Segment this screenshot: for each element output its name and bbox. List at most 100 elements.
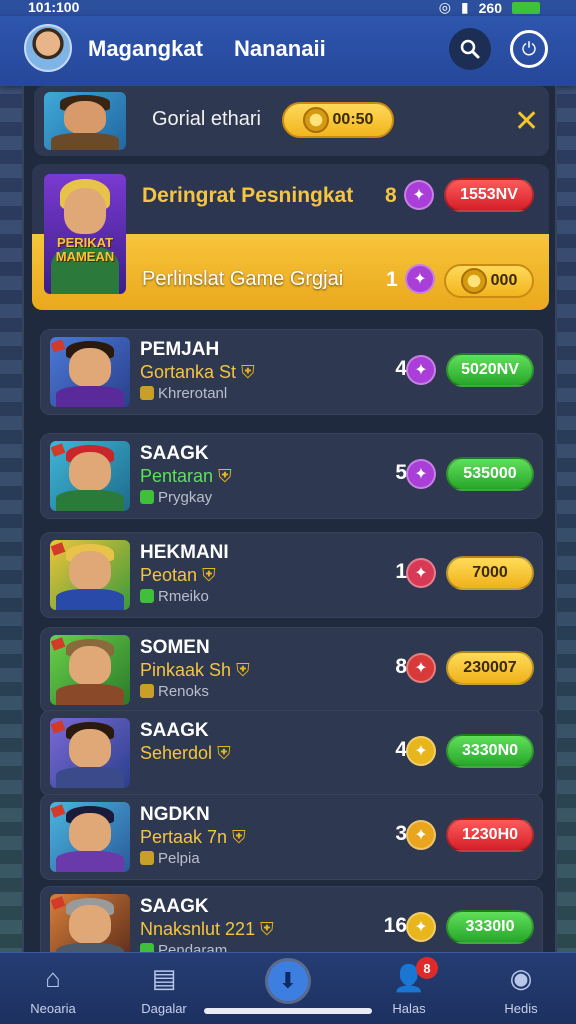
- player-rank: 16: [383, 914, 407, 937]
- player-team-text: Nnaksnlut 221: [140, 919, 256, 939]
- player-detail: Khrerotanl: [140, 385, 227, 402]
- avatar[interactable]: [24, 24, 72, 72]
- player-team-text: Gortanka St: [140, 362, 237, 382]
- featured-title-badge[interactable]: 1553NV: [444, 178, 534, 212]
- player-thumbnail: [50, 894, 130, 952]
- check-icon: [140, 684, 154, 698]
- featured-sub-pill[interactable]: 000: [444, 264, 534, 298]
- list-item[interactable]: SAAGK Pentaran ⛨ Prygkay 5 ✦ 535000: [40, 433, 543, 519]
- value-button[interactable]: 3330N0: [446, 734, 534, 768]
- header-title-primary[interactable]: Magangkat: [88, 36, 203, 62]
- gem-icon: ✦: [405, 264, 435, 294]
- battery-icon: [512, 1, 540, 14]
- featured-thumbnail: PERIKAT MAMEAN: [44, 174, 126, 294]
- nav-label-home: Neoaria: [30, 1001, 76, 1016]
- nav-item-hedis[interactable]: ◉ Hedis: [476, 961, 566, 1017]
- player-team: Peotan ⛨: [140, 565, 216, 586]
- player-detail-text: Pelpia: [158, 850, 200, 867]
- featured-title-rank: 8: [385, 184, 397, 207]
- top-banner[interactable]: Gorial ethari 00:50 ✕: [34, 86, 549, 156]
- nav-label-hedis: Hedis: [504, 1001, 538, 1016]
- home-indicator: [204, 1008, 372, 1014]
- gem-icon: ✦: [406, 736, 436, 766]
- nav-item-halas[interactable]: 👤 8 Halas: [364, 957, 454, 1016]
- leaderboard-panel: Gorial ethari 00:50 ✕ PERIKAT MAMEAN Der…: [22, 86, 557, 952]
- search-button[interactable]: [449, 28, 491, 70]
- player-name: SAAGK: [140, 443, 209, 464]
- player-detail: Prygkay: [140, 489, 212, 506]
- value-button[interactable]: 230007: [446, 651, 534, 685]
- featured-thumb-text2: MAMEAN: [55, 249, 115, 265]
- gem-icon: ✦: [406, 653, 436, 683]
- featured-sub-value: 000: [490, 272, 518, 289]
- download-icon: ⬇: [268, 961, 308, 1001]
- player-team: Pertaak 7n ⛨: [140, 827, 246, 848]
- banner-coin-value: 00:50: [332, 111, 374, 128]
- value-button[interactable]: 3330I0: [446, 910, 534, 944]
- list-item[interactable]: SAAGK Nnaksnlut 221 ⛨ Pendaram 16 ✦ 3330…: [40, 886, 543, 952]
- player-name: PEMJAH: [140, 339, 220, 360]
- value-button[interactable]: 7000: [446, 556, 534, 590]
- list-item[interactable]: SOMEN Pinkaak Sh ⛨ Renoks 8 ✦ 230007: [40, 627, 543, 713]
- value-button[interactable]: 5020NV: [446, 353, 534, 387]
- power-button[interactable]: ⏻: [510, 30, 548, 68]
- list-item[interactable]: NGDKN Pertaak 7n ⛨ Pelpia 3 ✦ 1230H0: [40, 794, 543, 880]
- shield-icon: ⛨: [241, 362, 255, 382]
- gem-icon: ✦: [406, 558, 436, 588]
- close-icon[interactable]: ✕: [514, 104, 539, 139]
- player-thumbnail: [50, 441, 130, 511]
- featured-subtitle: Perlinslat Game Grgjai: [142, 268, 344, 290]
- gem-icon: ✦: [406, 459, 436, 489]
- value-button[interactable]: 535000: [446, 457, 534, 491]
- player-detail-text: Pendaram: [158, 942, 228, 952]
- player-team: Gortanka St ⛨: [140, 362, 255, 383]
- player-team-text: Seherdol: [140, 743, 213, 763]
- list-item[interactable]: HEKMANI Peotan ⛨ Rmeiko 1 ✦ 7000: [40, 532, 543, 618]
- power-icon: ⏻: [521, 38, 537, 59]
- player-thumbnail: [50, 635, 130, 705]
- player-detail-text: Rmeiko: [158, 588, 209, 605]
- shield-icon: ⛨: [202, 565, 216, 585]
- status-bar: 101:100 ◎ ▮ 260: [0, 0, 576, 16]
- nav-item-home[interactable]: ⌂ Neoaria: [8, 961, 98, 1017]
- nav-label-documents: Dagalar: [141, 1001, 187, 1016]
- player-name: HEKMANI: [140, 542, 229, 563]
- player-team: Pinkaak Sh ⛨: [140, 660, 250, 681]
- notification-badge: 8: [416, 957, 438, 979]
- gem-icon: ✦: [406, 912, 436, 942]
- player-thumbnail: [50, 337, 130, 407]
- gem-icon: ✦: [406, 355, 436, 385]
- app-header: Magangkat Nananaii ⏻: [0, 16, 576, 86]
- nav-item-documents[interactable]: ▤ Dagalar: [119, 961, 209, 1017]
- player-team: Pentaran ⛨: [140, 466, 232, 487]
- shield-icon: ⛨: [218, 466, 232, 486]
- featured-thumb-text1: PERIKAT: [56, 235, 114, 250]
- check-icon: [140, 851, 154, 865]
- list-item[interactable]: SAAGK Seherdol ⛨ 4 ✦ 3330N0: [40, 710, 543, 796]
- banner-coin-pill[interactable]: 00:50: [282, 102, 394, 138]
- gem-icon: ✦: [404, 180, 434, 210]
- player-name: NGDKN: [140, 804, 210, 825]
- value-button[interactable]: 1230H0: [446, 818, 534, 852]
- check-icon: [140, 943, 154, 952]
- status-right-text: 260: [478, 0, 502, 16]
- player-name: SAAGK: [140, 720, 209, 741]
- banner-thumbnail: [44, 92, 126, 150]
- player-team-text: Pentaran: [140, 466, 214, 486]
- profile-icon: ◉: [509, 962, 533, 993]
- featured-card[interactable]: PERIKAT MAMEAN Deringrat Pesningkat 8 ✦ …: [32, 164, 549, 310]
- check-icon: [140, 589, 154, 603]
- list-item[interactable]: PEMJAH Gortanka St ⛨ Khrerotanl 4 ✦ 5020…: [40, 329, 543, 415]
- gem-icon: ✦: [406, 820, 436, 850]
- player-detail: Pelpia: [140, 850, 200, 867]
- header-title-secondary[interactable]: Nananaii: [234, 36, 326, 62]
- player-team: Nnaksnlut 221 ⛨: [140, 919, 274, 940]
- player-thumbnail: [50, 540, 130, 610]
- wifi-icon: ◎: [438, 0, 451, 15]
- player-team-text: Pertaak 7n: [140, 827, 228, 847]
- player-team-text: Pinkaak Sh: [140, 660, 232, 680]
- nav-item-download[interactable]: ⬇: [243, 961, 333, 1001]
- coin-icon: [302, 107, 329, 133]
- shield-icon: ⛨: [236, 660, 250, 680]
- document-icon: ▤: [151, 962, 177, 993]
